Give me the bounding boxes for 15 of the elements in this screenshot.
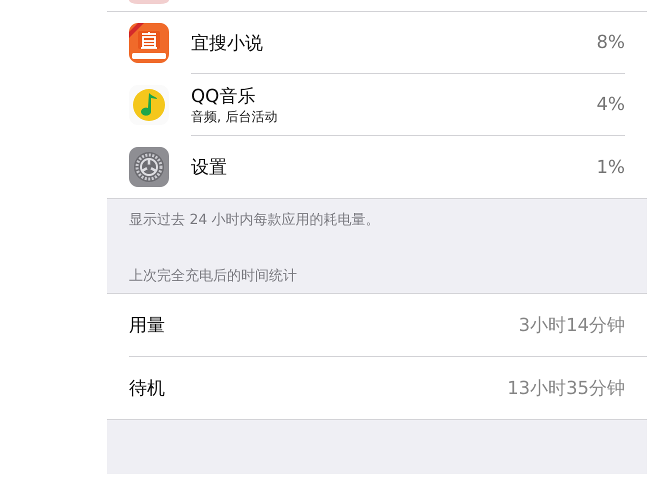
battery-percent: 4% [596,94,625,115]
book-app-icon [129,23,169,63]
footnote: 显示过去 24 小时内每款应用的耗电量。 [129,211,381,229]
settings-icon [129,147,169,187]
section-header: 上次完全充电后的时间统计 [129,267,298,285]
battery-percent: 1% [596,156,625,178]
stat-label: 用量 [129,314,165,337]
stat-label: 待机 [129,377,165,400]
app-name: 设置 [191,156,228,179]
app-name: 宜搜小说 [191,32,264,54]
stat-value: 3小时14分钟 [518,314,625,337]
battery-percent: 8% [596,32,625,53]
app-name: QQ音乐 [191,84,256,108]
app-activity: 音频, 后台活动 [191,108,278,126]
stat-value: 13小时35分钟 [507,377,625,400]
